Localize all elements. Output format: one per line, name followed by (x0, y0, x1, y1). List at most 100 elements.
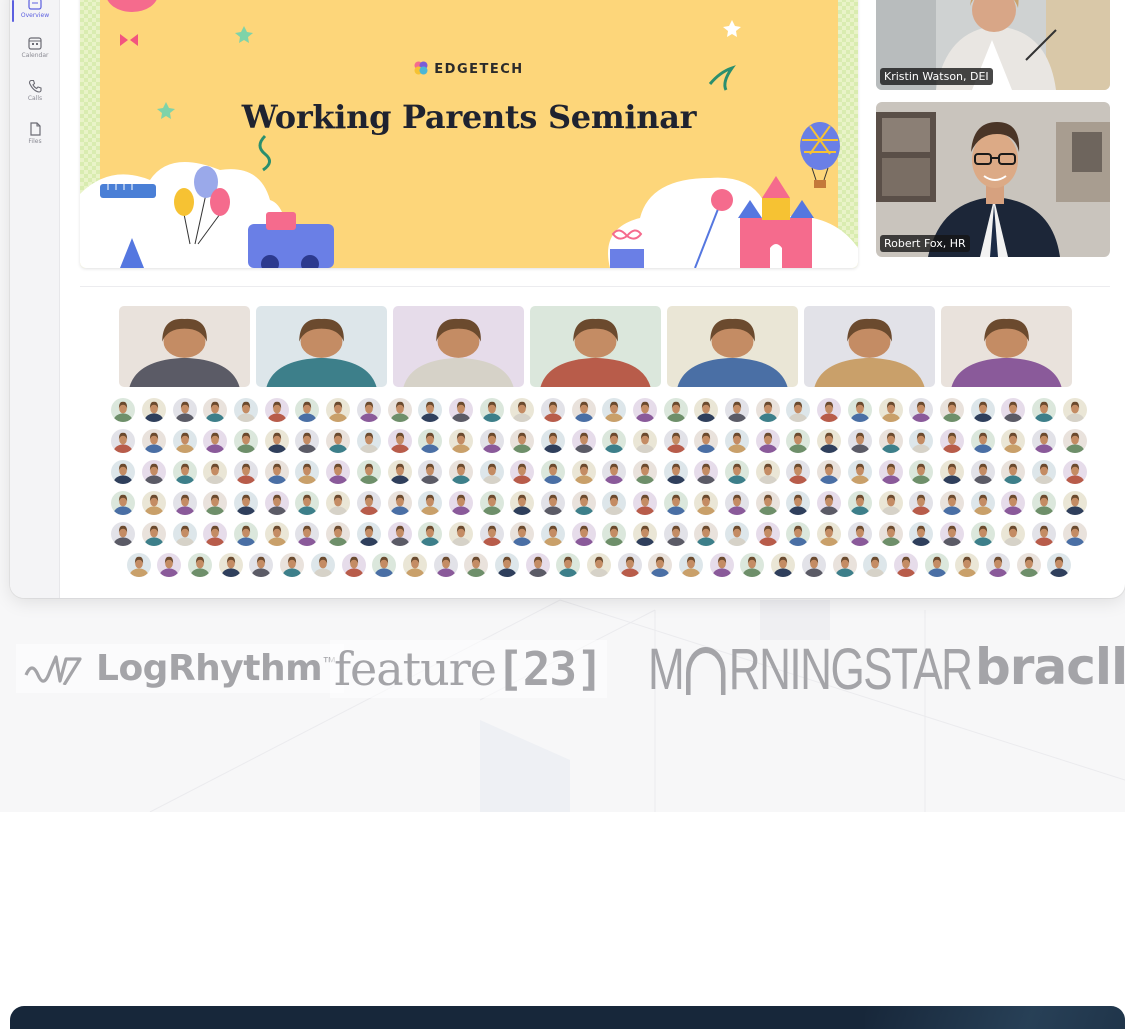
avatar[interactable] (540, 460, 565, 484)
avatar[interactable] (310, 553, 335, 577)
avatar[interactable] (295, 429, 320, 453)
avatar[interactable] (909, 398, 934, 422)
avatar[interactable] (418, 491, 443, 515)
avatar[interactable] (633, 491, 658, 515)
avatar[interactable] (111, 460, 136, 484)
avatar[interactable] (172, 522, 197, 546)
avatar[interactable] (326, 429, 351, 453)
avatar[interactable] (479, 398, 504, 422)
avatar[interactable] (111, 429, 136, 453)
avatar[interactable] (1031, 522, 1056, 546)
avatar[interactable] (602, 522, 627, 546)
sidebar-item-overview[interactable]: Overview (10, 0, 60, 19)
avatar[interactable] (540, 398, 565, 422)
avatar[interactable] (479, 522, 504, 546)
avatar[interactable] (326, 398, 351, 422)
avatar[interactable] (203, 491, 228, 515)
avatar[interactable] (939, 398, 964, 422)
avatar[interactable] (172, 491, 197, 515)
avatar[interactable] (111, 398, 136, 422)
avatar[interactable] (1031, 491, 1056, 515)
avatar[interactable] (372, 553, 397, 577)
avatar[interactable] (1001, 398, 1026, 422)
avatar[interactable] (771, 553, 796, 577)
avatar[interactable] (448, 429, 473, 453)
avatar[interactable] (817, 429, 842, 453)
avatar[interactable] (111, 491, 136, 515)
avatar[interactable] (295, 398, 320, 422)
avatar[interactable] (1062, 491, 1087, 515)
avatar[interactable] (817, 460, 842, 484)
avatar[interactable] (878, 460, 903, 484)
avatar[interactable] (540, 491, 565, 515)
avatar[interactable] (356, 460, 381, 484)
avatar[interactable] (909, 522, 934, 546)
avatar[interactable] (1031, 429, 1056, 453)
avatar[interactable] (218, 553, 243, 577)
avatar[interactable] (939, 460, 964, 484)
avatar[interactable] (694, 398, 719, 422)
avatar[interactable] (801, 553, 826, 577)
speaker-tile[interactable]: Kristin Watson, DEI (876, 0, 1110, 90)
avatar[interactable] (418, 460, 443, 484)
avatar[interactable] (633, 522, 658, 546)
avatar[interactable] (234, 460, 259, 484)
avatar[interactable] (571, 491, 596, 515)
avatar[interactable] (264, 491, 289, 515)
avatar[interactable] (725, 460, 750, 484)
avatar[interactable] (448, 522, 473, 546)
avatar[interactable] (142, 460, 167, 484)
avatar[interactable] (234, 491, 259, 515)
avatar[interactable] (387, 460, 412, 484)
avatar[interactable] (448, 491, 473, 515)
avatar[interactable] (326, 522, 351, 546)
avatar[interactable] (264, 460, 289, 484)
avatar[interactable] (847, 429, 872, 453)
avatar[interactable] (1062, 460, 1087, 484)
avatar[interactable] (142, 491, 167, 515)
avatar[interactable] (510, 460, 535, 484)
avatar[interactable] (464, 553, 489, 577)
avatar[interactable] (418, 398, 443, 422)
avatar[interactable] (203, 398, 228, 422)
avatar[interactable] (249, 553, 274, 577)
avatar[interactable] (817, 491, 842, 515)
participant-video-tile[interactable] (393, 306, 524, 387)
avatar[interactable] (571, 398, 596, 422)
participant-video-tile[interactable] (530, 306, 661, 387)
avatar[interactable] (264, 429, 289, 453)
avatar[interactable] (1062, 398, 1087, 422)
avatar[interactable] (663, 491, 688, 515)
avatar[interactable] (587, 553, 611, 577)
avatar[interactable] (970, 491, 995, 515)
avatar[interactable] (479, 491, 504, 515)
avatar[interactable] (786, 460, 811, 484)
avatar[interactable] (295, 522, 320, 546)
avatar[interactable] (157, 553, 182, 577)
avatar[interactable] (111, 522, 136, 546)
avatar[interactable] (939, 429, 964, 453)
avatar[interactable] (725, 522, 750, 546)
avatar[interactable] (602, 429, 627, 453)
avatar[interactable] (510, 429, 535, 453)
avatar[interactable] (326, 491, 351, 515)
avatar[interactable] (1001, 429, 1026, 453)
avatar[interactable] (725, 491, 750, 515)
avatar[interactable] (709, 553, 734, 577)
avatar[interactable] (1031, 398, 1056, 422)
avatar[interactable] (847, 398, 872, 422)
avatar[interactable] (510, 522, 535, 546)
avatar[interactable] (602, 398, 627, 422)
avatar[interactable] (1001, 522, 1026, 546)
avatar[interactable] (955, 553, 980, 577)
avatar[interactable] (448, 398, 473, 422)
avatar[interactable] (234, 429, 259, 453)
avatar[interactable] (234, 398, 259, 422)
avatar[interactable] (663, 460, 688, 484)
avatar[interactable] (663, 522, 688, 546)
participant-video-tile[interactable] (941, 306, 1072, 387)
avatar[interactable] (633, 460, 658, 484)
avatar[interactable] (1062, 429, 1087, 453)
avatar[interactable] (1062, 522, 1087, 546)
avatar[interactable] (264, 398, 289, 422)
